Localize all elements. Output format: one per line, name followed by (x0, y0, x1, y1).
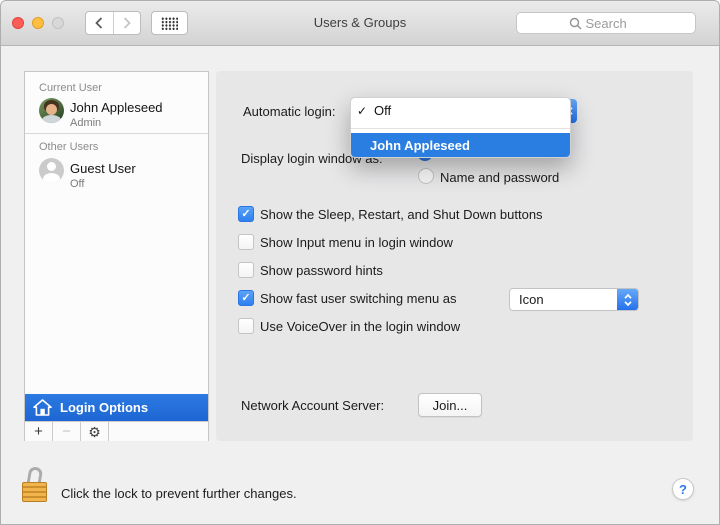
chevron-up-down-icon (617, 289, 638, 310)
login-options-label: Login Options (60, 400, 148, 415)
checkbox-voiceover-label[interactable]: Use VoiceOver in the login window (260, 319, 460, 334)
lock-button[interactable] (16, 465, 54, 509)
menu-separator (351, 123, 570, 133)
toolbar: Users & Groups (1, 1, 719, 46)
current-user-role: Admin (70, 117, 101, 129)
checkbox-sleep-restart-shutdown-label[interactable]: Show the Sleep, Restart, and Shut Down b… (260, 207, 543, 222)
other-users-header: Other Users (39, 141, 98, 153)
current-user-avatar (39, 98, 64, 123)
checkmark-icon: ✓ (357, 104, 374, 118)
guest-user-status: Off (70, 178, 84, 190)
gear-icon[interactable]: ⚙ (81, 422, 109, 441)
join-button-label: Join... (433, 398, 468, 413)
menu-item-john-appleseed[interactable]: John Appleseed (351, 133, 570, 157)
checkbox-fast-user-switching[interactable]: ✓ (238, 290, 254, 306)
radio-name-and-password[interactable] (418, 168, 434, 184)
help-button[interactable]: ? (672, 478, 694, 500)
sidebar-item-login-options[interactable]: Login Options (25, 394, 208, 421)
radio-name-and-password-label[interactable]: Name and password (440, 170, 559, 185)
search-field[interactable] (516, 12, 696, 34)
sidebar-divider (25, 133, 208, 134)
current-user-name: John Appleseed (70, 100, 163, 115)
checkbox-input-menu[interactable] (238, 234, 254, 250)
search-input[interactable] (586, 16, 644, 31)
fast-user-switching-popup[interactable]: Icon (509, 288, 639, 311)
add-user-button[interactable]: + (25, 422, 53, 441)
guest-user-name: Guest User (70, 161, 136, 176)
menu-item-off-label: Off (374, 103, 391, 118)
checkbox-voiceover[interactable] (238, 318, 254, 334)
remove-user-button[interactable]: − (53, 422, 81, 441)
menu-item-off[interactable]: ✓ Off (351, 98, 570, 123)
home-icon (33, 399, 52, 416)
lock-message: Click the lock to prevent further change… (61, 486, 297, 501)
user-list-sidebar: Current User John Appleseed Admin Other … (24, 71, 209, 441)
checkbox-sleep-restart-shutdown[interactable]: ✓ (238, 206, 254, 222)
users-groups-window: Users & Groups Current User John Applese… (0, 0, 720, 525)
checkbox-password-hints-label[interactable]: Show password hints (260, 263, 383, 278)
help-icon: ? (679, 482, 687, 497)
automatic-login-label: Automatic login: (243, 104, 336, 119)
checkbox-password-hints[interactable] (238, 262, 254, 278)
fast-user-switching-value: Icon (519, 292, 617, 307)
network-account-server-label: Network Account Server: (241, 398, 384, 413)
menu-item-john-appleseed-label: John Appleseed (370, 138, 470, 153)
guest-user-avatar (39, 158, 64, 183)
search-icon (569, 17, 582, 30)
check-icon: ✓ (241, 292, 250, 304)
join-button[interactable]: Join... (418, 393, 482, 417)
checkbox-fast-user-switching-label[interactable]: Show fast user switching menu as (260, 291, 457, 306)
checkbox-input-menu-label[interactable]: Show Input menu in login window (260, 235, 453, 250)
current-user-header: Current User (39, 82, 102, 94)
check-icon: ✓ (241, 208, 250, 220)
sidebar-action-bar: + − ⚙ (25, 421, 208, 441)
automatic-login-menu: ✓ Off John Appleseed (350, 97, 571, 158)
